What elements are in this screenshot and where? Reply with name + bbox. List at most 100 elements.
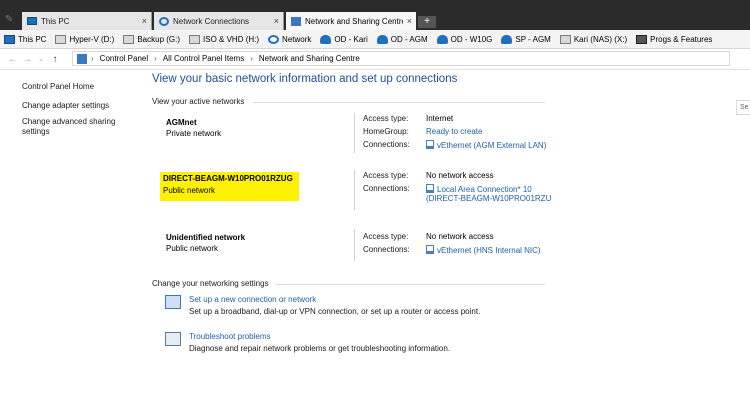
change-adapter-settings-link[interactable]: Change adapter settings	[22, 101, 137, 111]
network-name: AGMnet	[166, 118, 197, 127]
crumb-control-panel[interactable]: Control Panel	[100, 54, 148, 63]
new-connection-icon	[165, 295, 181, 309]
network-agmnet-props: Access type: Internet HomeGroup: Ready to …	[363, 114, 546, 153]
address-breadcrumb[interactable]: › Control Panel › All Control Panel Item…	[72, 51, 730, 66]
network-direct-props: Access type: No network access Connection…	[363, 171, 551, 203]
search-input[interactable]: Se	[736, 100, 750, 115]
tab-network-sharing-centre[interactable]: Network and Sharing Centre ×	[286, 12, 416, 30]
new-connection-link[interactable]: Set up a new connection or network	[189, 295, 480, 304]
fav-sp-agm[interactable]: SP - AGM	[497, 31, 555, 47]
troubleshoot-link[interactable]: Troubleshoot problems	[189, 332, 450, 341]
crumb-all-items[interactable]: All Control Panel Items	[163, 54, 244, 63]
pc-icon	[4, 34, 15, 44]
control-panel-home-link[interactable]: Control Panel Home	[22, 82, 137, 92]
chevron-right-icon: ›	[250, 54, 253, 63]
connection-label: vEthernet (AGM External LAN)	[437, 141, 547, 150]
prop-label: Access type:	[363, 171, 409, 180]
ethernet-icon	[426, 245, 434, 254]
chevron-right-icon: ›	[91, 54, 94, 63]
close-icon[interactable]: ×	[274, 16, 279, 26]
up-arrow-icon[interactable]: ↑	[48, 54, 62, 65]
fav-backup[interactable]: Backup (G:)	[119, 31, 185, 47]
recent-dropdown-icon[interactable]: ⌄	[34, 55, 48, 63]
homegroup-link[interactable]: Ready to create	[426, 127, 482, 140]
crumb-network-sharing[interactable]: Network and Sharing Centre	[259, 54, 360, 63]
fav-od-w10g[interactable]: OD - W10G	[433, 31, 498, 47]
prop-label: Access type:	[363, 114, 409, 123]
fav-label: OD - W10G	[450, 34, 493, 44]
connection-link[interactable]: Local Area Connection* 10 (DIRECT-BEAGM-…	[426, 184, 551, 203]
network-type: Public network	[166, 244, 219, 253]
connection-label: Local Area Connection* 10	[437, 185, 532, 194]
task-description: Set up a broadband, dial-up or VPN conne…	[189, 307, 481, 316]
wifi-direct-icon	[426, 184, 434, 193]
close-icon[interactable]: ×	[142, 16, 147, 26]
connection-link[interactable]: vEthernet (HNS Internal NIC)	[426, 245, 541, 258]
fav-label: SP - AGM	[515, 34, 551, 44]
fav-od-agm[interactable]: OD - AGM	[373, 31, 433, 47]
programs-icon	[636, 34, 648, 44]
troubleshoot-icon	[165, 332, 181, 346]
close-icon[interactable]: ×	[407, 16, 412, 26]
onedrive-icon	[320, 34, 332, 44]
divider	[354, 113, 355, 153]
tab-this-pc[interactable]: This PC ×	[22, 12, 152, 30]
tab-bar: ✎ This PC × Network Connections × Networ…	[0, 0, 750, 30]
connection-label-cont: (DIRECT-BEAGM-W10PRO01RZU	[426, 194, 552, 203]
network-name: Unidentified network	[166, 233, 246, 242]
fav-label: OD - Kari	[334, 34, 368, 44]
tab-label: Network and Sharing Centre	[305, 16, 403, 26]
fav-iso-vhd[interactable]: ISO & VHD (H:)	[185, 31, 264, 47]
onedrive-icon	[501, 34, 513, 44]
window-menu-icon[interactable]: ✎	[5, 14, 17, 25]
task-description: Diagnose and repair network problems or …	[189, 344, 451, 353]
prop-label: Access type:	[363, 232, 409, 241]
network-unidentified-props: Access type: No network access Connection…	[363, 232, 541, 258]
divider	[276, 284, 545, 285]
tab-network-connections[interactable]: Network Connections ×	[154, 12, 284, 30]
fav-label: Kari (NAS) (X:)	[573, 34, 628, 44]
network-centre-icon	[291, 16, 301, 26]
network-name: DIRECT-BEAGM-W10PRO01RZUG	[163, 174, 293, 183]
prop-label: HomeGroup:	[363, 127, 409, 136]
fav-hyper-v[interactable]: Hyper-V (D:)	[51, 31, 119, 47]
access-type-value: No network access	[426, 232, 494, 241]
network-type: Private network	[166, 129, 222, 138]
connection-link[interactable]: vEthernet (AGM External LAN)	[426, 140, 546, 153]
change-settings-heading: Change your networking settings	[152, 279, 269, 288]
drive-icon	[123, 34, 135, 44]
back-arrow-icon[interactable]: ←	[6, 54, 20, 65]
page-title: View your basic network information and …	[152, 73, 458, 85]
divider	[253, 102, 545, 103]
divider	[354, 229, 355, 261]
prop-label: Connections:	[363, 245, 410, 254]
fav-label: Progs & Features	[650, 34, 713, 44]
new-tab-button[interactable]: +	[418, 16, 436, 28]
change-advanced-sharing-link[interactable]: Change advanced sharing settings	[22, 117, 137, 137]
fav-label: Hyper-V (D:)	[69, 34, 115, 44]
fav-label: OD - AGM	[390, 34, 428, 44]
drive-icon	[189, 34, 201, 44]
tab-label: Network Connections	[173, 16, 250, 26]
prop-label: Connections:	[363, 184, 410, 193]
link-line: settings	[22, 127, 50, 136]
fav-label: ISO & VHD (H:)	[203, 34, 260, 44]
access-type-value: No network access	[426, 171, 494, 180]
fav-network[interactable]: Network	[264, 31, 316, 47]
pc-icon	[27, 17, 37, 25]
task-troubleshoot: Troubleshoot problems Diagnose and repai…	[165, 332, 450, 353]
fav-kari-nas[interactable]: Kari (NAS) (X:)	[556, 31, 632, 47]
fav-label: Backup (G:)	[137, 34, 181, 44]
network-unidentified: Unidentified network Public network	[166, 233, 245, 253]
nas-drive-icon	[559, 34, 571, 44]
connection-label: vEthernet (HNS Internal NIC)	[437, 246, 541, 255]
favorites-bar: This PC Hyper-V (D:) Backup (G:) ISO & V…	[0, 30, 750, 49]
fav-od-kari[interactable]: OD - Kari	[316, 31, 372, 47]
forward-arrow-icon[interactable]: →	[20, 54, 34, 65]
fav-this-pc[interactable]: This PC	[0, 31, 51, 47]
onedrive-icon	[376, 34, 388, 44]
drive-icon	[55, 34, 67, 44]
ethernet-icon	[426, 140, 434, 149]
fav-label: Network	[282, 34, 312, 44]
fav-progs-features[interactable]: Progs & Features	[632, 31, 717, 47]
